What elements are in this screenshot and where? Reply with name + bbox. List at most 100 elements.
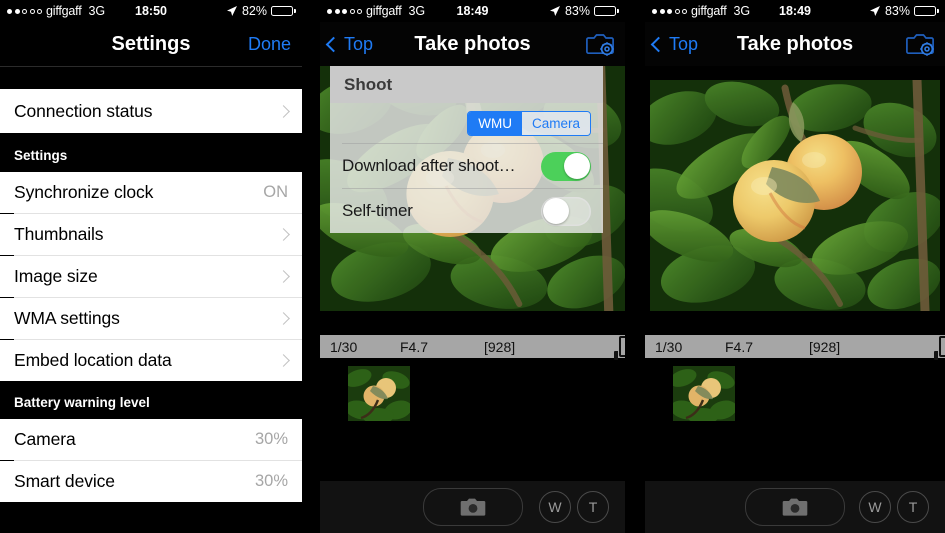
viewfinder-gap [320,311,625,335]
chevron-right-icon [277,270,290,283]
take-photos-panel-with-popover: giffgaff 3G 18:49 83% Top Take photos Sh… [320,0,625,533]
sidebar-item-camera[interactable]: Camera 30% [0,419,302,460]
done-button[interactable]: Done [248,22,291,66]
photo-top-letterbox [645,66,945,80]
row-label: Self-timer [342,201,413,220]
viewfinder-photo [645,66,945,325]
zoom-tele-button[interactable]: T [577,491,609,523]
chevron-right-icon [277,228,290,241]
viewfinder-shoot: Shoot WMU Camera Download after shoot… S… [320,66,625,311]
popover-row-self-timer: Self-timer [330,189,603,233]
chevron-right-icon [277,104,290,118]
status-bar-right: 82% [226,0,296,22]
popover-row-download-after-shoot: Download after shoot… [330,144,603,188]
camera-icon [782,498,808,516]
status-bar-shoot: giffgaff 3G 18:49 83% [320,0,625,22]
settings-nav-bar: Settings Done [0,22,302,66]
battery-icon [914,6,939,16]
camera-gear-icon[interactable] [585,31,615,58]
segment-wmu[interactable]: WMU [468,111,522,135]
section-header-settings: Settings [0,133,302,172]
row-label: Embed location data [14,350,172,370]
sidebar-item-synchronize-clock[interactable]: Synchronize clock ON [0,172,302,213]
location-arrow-icon [226,6,237,16]
aperture-label: F4.7 [725,338,754,355]
sidebar-item-smart-device[interactable]: Smart device 30% [0,461,302,502]
self-timer-toggle[interactable] [541,196,591,226]
toggle-knob [542,198,569,224]
status-bar-photo: giffgaff 3G 18:49 83% [645,0,945,22]
aperture-label: F4.7 [400,338,429,355]
sidebar-item-image-size[interactable]: Image size [0,256,302,297]
download-after-shoot-toggle[interactable] [541,151,591,181]
photo-bottom-letterbox [645,311,945,325]
camera-gear-icon[interactable] [905,31,935,58]
toggle-knob [563,153,590,179]
screenshot-stage: giffgaff 3G 18:50 82% Settings Done Conn… [0,0,945,533]
zoom-wide-button[interactable]: W [539,491,571,523]
zoom-controls: W T [539,491,609,523]
live-view-photo[interactable] [650,80,940,311]
zoom-wide-button[interactable]: W [859,491,891,523]
shoot-popover: Shoot WMU Camera Download after shoot… S… [330,66,603,233]
section-header-battery-warning-level: Battery warning level [0,381,302,419]
camera-nav-bar: Top Take photos [320,22,625,66]
battery-icon [594,6,619,16]
status-bar-right: 83% [869,0,939,22]
remaining-shots-label: [928] [484,338,516,355]
shoot-mode-segmented-control[interactable]: WMU Camera [467,110,591,136]
zoom-controls: W T [859,491,929,523]
battery-percent-label: 82% [241,4,267,18]
battery-percent-label: 83% [884,4,910,18]
segment-camera[interactable]: Camera [521,111,590,135]
battery-percent-label: 83% [564,4,590,18]
row-label: WMA settings [14,308,120,328]
spacer-top [0,67,302,89]
row-label: Synchronize clock [14,182,154,202]
sidebar-item-thumbnails[interactable]: Thumbnails [0,214,302,255]
shutter-button[interactable] [422,488,523,526]
zoom-tele-button[interactable]: T [897,491,929,523]
camera-toolbar: W T [645,481,945,533]
row-value: ON [263,183,288,201]
photo-thumbnail[interactable] [348,366,410,421]
take-photos-panel: giffgaff 3G 18:49 83% Top Take photos 1/… [645,0,945,533]
popover-title: Shoot [330,66,603,103]
viewfinder-gap [645,325,945,335]
row-value: 30% [254,472,288,490]
exposure-info-bar: 1/30 F4.7 [928] 50% [645,335,945,360]
row-label: Image size [14,266,98,286]
location-arrow-icon [549,6,560,16]
battery-terminal-icon [934,350,938,360]
row-value: 30% [254,430,288,448]
camera-icon [460,498,485,516]
battery-icon [271,6,296,16]
page-title: Take photos [736,33,854,55]
row-label: Thumbnails [14,224,104,244]
status-bar-right: 83% [549,0,619,22]
camera-toolbar: W T [320,481,625,533]
chevron-right-icon [277,312,290,325]
battery-terminal-icon [614,350,618,360]
exposure-info-bar: 1/30 F4.7 [928] 50% [320,335,625,360]
shutter-speed-label: 1/30 [330,338,358,355]
shutter-button[interactable] [745,488,845,526]
camera-battery-percent-label: 50% [619,336,625,357]
chevron-right-icon [277,354,290,367]
row-label: Connection status [14,100,153,121]
photo-thumbnail[interactable] [673,366,735,421]
row-label: Download after shoot… [342,156,516,175]
spacer-bottom [0,502,302,524]
popover-row-mode: WMU Camera [330,103,603,143]
camera-nav-bar: Top Take photos [645,22,945,66]
camera-battery-percent-label: 50% [939,336,945,357]
shutter-speed-label: 1/30 [655,338,683,355]
remaining-shots-label: [928] [809,338,841,355]
sidebar-item-wma-settings[interactable]: WMA settings [0,298,302,339]
location-arrow-icon [869,6,880,16]
sidebar-item-embed-location-data[interactable]: Embed location data [0,340,302,381]
thumbnail-strip [320,358,625,421]
thumbnail-strip [645,358,945,421]
sidebar-item-connection-status[interactable]: Connection status [0,89,302,133]
settings-panel: giffgaff 3G 18:50 82% Settings Done Conn… [0,0,302,533]
